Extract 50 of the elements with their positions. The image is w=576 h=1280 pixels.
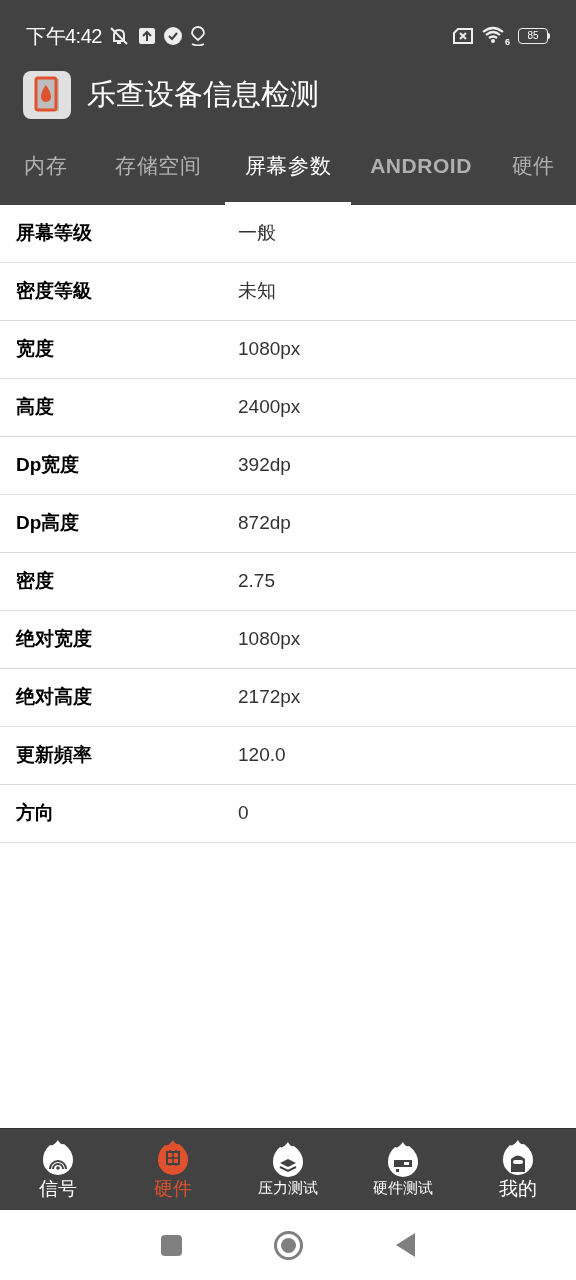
row-value: 一般 — [238, 221, 276, 246]
status-time: 下午4:42 — [26, 24, 102, 49]
location-icon — [189, 26, 206, 46]
row-value: 2400px — [238, 395, 301, 420]
row-label: Dp高度 — [15, 511, 81, 536]
row-label: 绝对宽度 — [15, 627, 93, 652]
app-title: 乐查设备信息检测 — [87, 77, 319, 113]
row-value: 2.75 — [238, 569, 275, 594]
row-label: 屏幕等级 — [15, 221, 93, 246]
row-label: 方向 — [15, 801, 55, 826]
tab[interactable]: 屏幕参数 — [225, 130, 351, 205]
row-label: 绝对高度 — [15, 685, 93, 710]
tab[interactable]: ANDROID — [351, 130, 491, 205]
mute-icon — [107, 25, 130, 47]
row-value: 未知 — [238, 279, 276, 304]
layers-flame-icon — [272, 1141, 304, 1178]
tab[interactable]: 内存 — [0, 130, 92, 205]
sim-icon — [452, 27, 474, 45]
row-label: 密度等級 — [15, 279, 93, 304]
wifi-icon — [482, 26, 504, 44]
app-logo-icon — [23, 71, 71, 119]
user-flame-icon — [502, 1138, 535, 1175]
row-value: 0 — [238, 801, 249, 826]
battery-icon: 85 — [518, 28, 550, 44]
row-label: 宽度 — [15, 337, 55, 362]
signal-flame-icon — [41, 1138, 74, 1175]
row-label: 密度 — [15, 569, 55, 594]
check-circle-icon — [163, 27, 182, 45]
back-button[interactable] — [395, 1233, 415, 1257]
row-label: Dp宽度 — [15, 453, 81, 478]
row-value: 2172px — [238, 685, 301, 710]
row-value: 392dp — [238, 453, 291, 478]
home-button[interactable] — [274, 1230, 303, 1260]
wifi-signal-level-label: 6 — [505, 35, 510, 49]
recents-button[interactable] — [161, 1234, 182, 1256]
nav-item[interactable]: 我的 — [460, 1129, 576, 1210]
device-flame-icon — [387, 1141, 420, 1178]
row-value: 1080px — [238, 337, 301, 362]
chip-flame-icon — [156, 1138, 189, 1175]
tab[interactable]: 存储空间 — [92, 130, 225, 205]
row-label: 更新頻率 — [15, 743, 93, 768]
row-value: 120.0 — [238, 743, 286, 768]
upload-icon — [137, 27, 156, 45]
row-label: 高度 — [15, 395, 55, 420]
nav-item[interactable]: 硬件测试 — [345, 1129, 461, 1210]
nav-item[interactable]: 信号 — [0, 1129, 116, 1210]
tab[interactable]: 硬件 — [491, 130, 576, 205]
row-value: 1080px — [238, 627, 301, 652]
row-value: 872dp — [238, 511, 291, 536]
nav-item[interactable]: 压力测试 — [230, 1129, 346, 1210]
